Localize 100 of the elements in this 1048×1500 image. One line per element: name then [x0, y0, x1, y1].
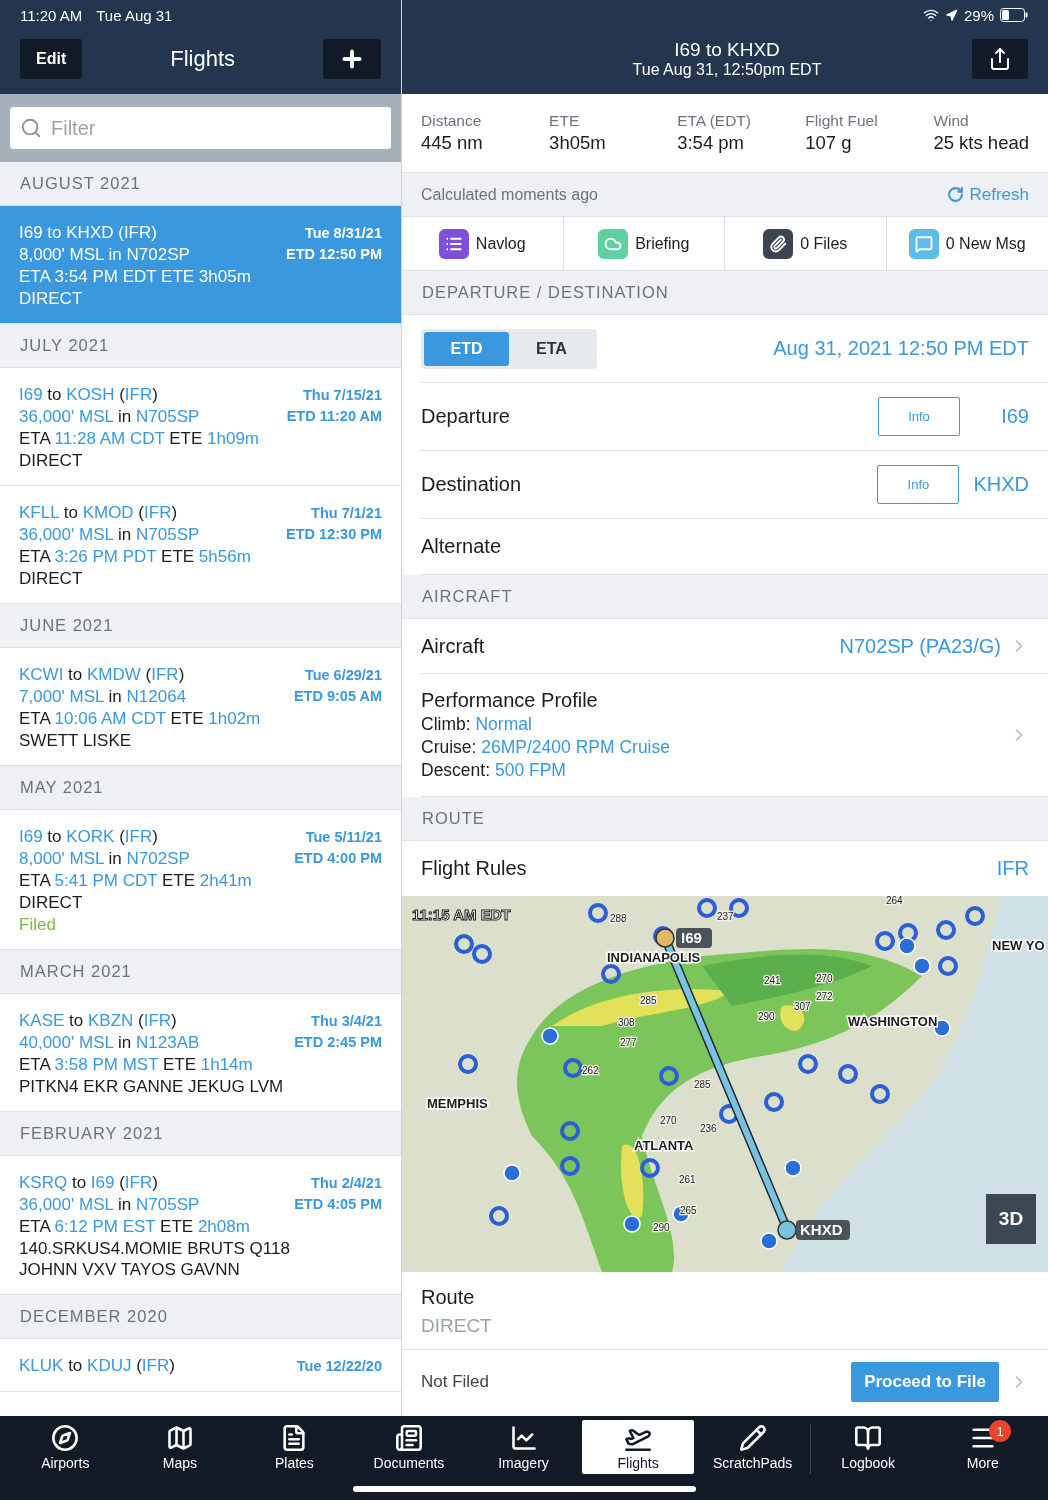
- section-header: MARCH 2021: [0, 950, 401, 994]
- location-arrow-icon: [944, 8, 958, 22]
- flight-detail-line: I69 to KORK (IFR): [19, 826, 159, 847]
- flight-detail-line: KSRQ to I69 (IFR): [19, 1172, 159, 1193]
- flight-date: Thu 7/15/21: [303, 386, 382, 405]
- city-label: MEMPHIS: [427, 1096, 488, 1111]
- flight-subtitle: Tue Aug 31, 12:50pm EDT: [632, 61, 822, 79]
- waypoint-icon: [938, 956, 958, 976]
- waypoint-icon: [875, 931, 895, 951]
- sidebar-title: Flights: [170, 46, 235, 72]
- logbook-icon: [854, 1423, 883, 1452]
- flight-detail-line: 140.SRKUS4.MOMIE BRUTS Q118 JOHNN VXV TAYOS GAVNN: [19, 1238, 291, 1280]
- refresh-icon: [947, 186, 965, 203]
- filing-status: Not Filed: [421, 1372, 490, 1392]
- tab-bar-item[interactable]: More 1: [926, 1420, 1040, 1474]
- flight-date: Thu 3/4/21: [311, 1012, 382, 1031]
- waypoint-icon: [588, 903, 608, 923]
- airport-tag: KHXD: [796, 1220, 850, 1240]
- tab-bar-item[interactable]: Documents: [352, 1420, 466, 1474]
- flight-detail-line: PITKN4 EKR GANNE JEKUG LVM: [19, 1076, 284, 1097]
- section-header: ROUTE: [402, 797, 1048, 841]
- flight-detail-line: ETA 11:28 AM CDT ETE 1h09m: [19, 428, 259, 449]
- airports-icon: [51, 1423, 80, 1452]
- wifi-icon: [922, 7, 939, 23]
- waypoint-icon: [870, 1084, 890, 1104]
- filter-field[interactable]: Filter: [10, 107, 391, 149]
- waypoint-icon: [454, 934, 474, 954]
- battery-icon: [1000, 8, 1028, 22]
- row-label: Aircraft: [421, 634, 485, 658]
- altitude-label: 307: [794, 1001, 811, 1012]
- row-label: Departure: [421, 405, 510, 428]
- tab-bar-item[interactable]: Maps: [123, 1420, 237, 1474]
- flight-detail-line: ETA 3:54 PM EDT ETE 3h05m: [19, 266, 251, 287]
- row-label: Alternate: [421, 535, 502, 558]
- waypoint-icon: [640, 1158, 660, 1178]
- battery-percent: 29%: [963, 6, 994, 24]
- row-label: Destination: [421, 473, 522, 496]
- altitude-label: 290: [653, 1222, 670, 1233]
- stat-label: Distance: [421, 112, 483, 130]
- section-header: AIRCRAFT: [402, 575, 1048, 619]
- status-date: Tue Aug 31: [96, 6, 173, 24]
- waypoint-icon: [936, 920, 956, 940]
- flight-date: Tue 12/22/20: [296, 1357, 382, 1376]
- row-label: Route: [421, 1286, 476, 1309]
- tab-bar-item[interactable]: Logbook: [811, 1420, 925, 1474]
- flight-detail-line: 8,000' MSL in N702SP: [19, 244, 191, 265]
- waypoint-icon: [458, 1054, 478, 1074]
- edit-button[interactable]: Edit: [20, 39, 83, 79]
- flight-detail-line: KASE to KBZN (IFR): [19, 1010, 178, 1031]
- flight-detail-line: DIRECT: [19, 568, 84, 589]
- add-button[interactable]: [323, 39, 381, 79]
- section-header: DECEMBER 2020: [0, 1295, 401, 1339]
- altitude-label: 272: [816, 991, 833, 1002]
- airport-pin-icon: [760, 1232, 778, 1250]
- airport-pin-icon: [541, 1027, 559, 1045]
- flight-etd: ETD 4:05 PM: [294, 1195, 382, 1214]
- time-mode-tab[interactable]: ETA: [509, 331, 594, 366]
- flight-detail-line: 8,000' MSL in N702SP: [19, 848, 191, 869]
- flight-detail-line: 40,000' MSL in N123AB: [19, 1032, 201, 1053]
- tab-bar-item[interactable]: Imagery: [467, 1420, 580, 1474]
- waypoint-icon: [560, 1121, 580, 1141]
- flight-detail-line: ETA 5:41 PM CDT ETE 2h41m: [19, 870, 252, 891]
- altitude-label: 285: [694, 1079, 711, 1090]
- tab-bar-item[interactable]: Flights: [581, 1420, 695, 1474]
- flight-detail-line: 7,000' MSL in N12064: [19, 686, 188, 707]
- section-header: AUGUST 2021: [0, 162, 401, 206]
- flight-etd: ETD 12:30 PM: [286, 525, 382, 544]
- flight-date: Tue 6/29/21: [304, 666, 382, 685]
- flight-detail-line: DIRECT: [19, 892, 84, 913]
- stat-value: 3h05m: [549, 132, 607, 154]
- flight-detail-line: ETA 6:12 PM EST ETE 2h08m: [19, 1216, 251, 1237]
- flight-detail-line: DIRECT: [19, 450, 84, 471]
- performance-line: Descent: 500 FPM: [421, 759, 567, 781]
- altitude-label: 264: [886, 896, 903, 906]
- flight-detail-line: ETA 3:58 PM MST ETE 1h14m: [19, 1054, 254, 1075]
- flight-date: Tue 8/31/21: [304, 224, 382, 243]
- waypoint-icon: [563, 1058, 583, 1078]
- airport-tag: I69: [676, 928, 712, 948]
- altitude-label: 270: [660, 1115, 677, 1126]
- stat-value: 25 kts head: [933, 132, 1030, 154]
- notification-badge: 1: [989, 1420, 1012, 1442]
- section-header: DEPARTURE / DESTINATION: [402, 271, 1048, 315]
- section-header: MAY 2021: [0, 766, 401, 810]
- altitude-label: 270: [816, 973, 833, 984]
- flight-detail-line: ETA 10:06 AM CDT ETE 1h02m: [19, 708, 261, 729]
- stat-label: ETA (EDT): [677, 112, 752, 130]
- tab-bar-item[interactable]: Plates: [238, 1420, 351, 1474]
- share-button[interactable]: [972, 39, 1028, 79]
- tab-bar-item[interactable]: Airports: [9, 1420, 122, 1474]
- altitude-label: 236: [700, 1123, 717, 1134]
- waypoint-icon: [697, 898, 717, 918]
- briefing-icon: [598, 228, 629, 259]
- altitude-label: 241: [764, 975, 781, 986]
- flight-detail-line: ETA 3:26 PM PDT ETE 5h56m: [19, 546, 251, 567]
- waypoint-icon: [798, 1054, 818, 1074]
- flight-date: Thu 2/4/21: [311, 1174, 382, 1193]
- stat-label: Flight Fuel: [805, 112, 879, 130]
- tab-bar-item[interactable]: ScratchPads: [696, 1420, 809, 1474]
- waypoint-icon: [601, 964, 621, 984]
- 3d-view-button[interactable]: 3D: [986, 1194, 1036, 1244]
